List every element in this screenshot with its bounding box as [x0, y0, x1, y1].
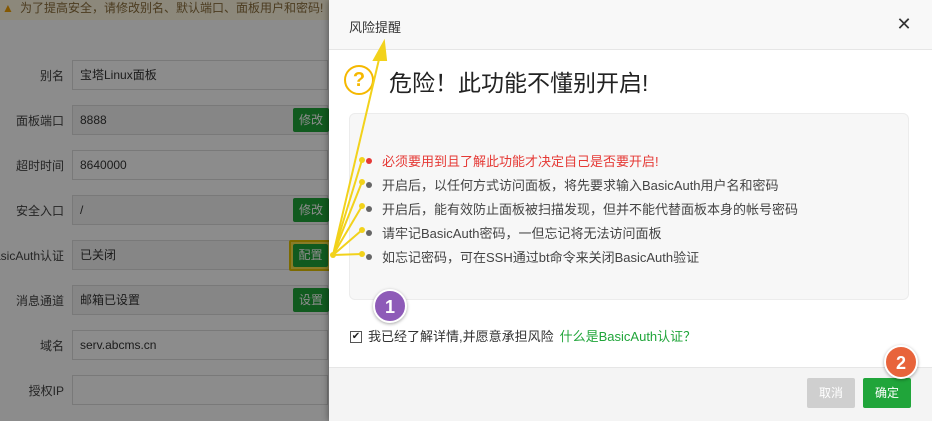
dialog-header: 风险提醒 ✕: [329, 0, 932, 50]
bullet-icon: [366, 205, 372, 212]
notice-text: 如忘记密码，可在SSH通过bt命令来关闭BasicAuth验证: [382, 250, 700, 265]
dialog-title: 风险提醒: [349, 20, 402, 35]
notice-item-remember: 请牢记BasicAuth密码，一但忘记将无法访问面板: [366, 222, 798, 246]
confirm-button[interactable]: 确定: [863, 378, 911, 408]
notice-item-login: 开启后，以任何方式访问面板，将先要求输入BasicAuth用户名和密码: [366, 174, 798, 198]
notice-item-scan: 开启后，能有效防止面板被扫描发现，但并不能代替面板本身的帐号密码: [366, 198, 798, 222]
cancel-button[interactable]: 取消: [807, 378, 855, 408]
agree-row: ✔ 我已经了解详情,并愿意承担风险 什么是BasicAuth认证？: [350, 326, 696, 345]
notice-item-required: 必须要用到且了解此功能才决定自己是否要开启!: [366, 150, 798, 174]
agree-text: 我已经了解详情,并愿意承担风险: [368, 329, 554, 344]
notice-list: 必须要用到且了解此功能才决定自己是否要开启! 开启后，以任何方式访问面板，将先要…: [366, 150, 798, 270]
agree-checkbox[interactable]: ✔: [350, 330, 362, 343]
notice-text: 必须要用到且了解此功能才决定自己是否要开启!: [382, 154, 659, 169]
notice-text: 开启后，能有效防止面板被扫描发现，但并不能代替面板本身的帐号密码: [382, 202, 799, 217]
bullet-icon: [366, 229, 372, 236]
bullet-icon: [366, 157, 372, 164]
risk-warning-dialog: 风险提醒 ✕ ? 危险！此功能不懂别开启! 必须要用到且了解此功能才决定自己是否…: [329, 0, 932, 421]
danger-heading: 危险！此功能不懂别开启!: [389, 70, 649, 96]
step-badge-1: 1: [373, 289, 407, 323]
notice-box: 必须要用到且了解此功能才决定自己是否要开启! 开启后，以任何方式访问面板，将先要…: [349, 113, 909, 300]
notice-item-ssh: 如忘记密码，可在SSH通过bt命令来关闭BasicAuth验证: [366, 246, 798, 270]
dialog-footer: 取消 确定: [329, 367, 932, 421]
question-warning-icon: ?: [344, 65, 374, 95]
notice-text: 开启后，以任何方式访问面板，将先要求输入BasicAuth用户名和密码: [382, 178, 779, 193]
notice-text: 请牢记BasicAuth密码，一但忘记将无法访问面板: [382, 226, 662, 241]
what-is-basicauth-link[interactable]: 什么是BasicAuth认证？: [560, 329, 697, 344]
bullet-icon: [366, 253, 372, 260]
step-badge-2: 2: [884, 345, 918, 379]
bullet-icon: [366, 181, 372, 188]
close-icon[interactable]: ✕: [894, 14, 914, 34]
